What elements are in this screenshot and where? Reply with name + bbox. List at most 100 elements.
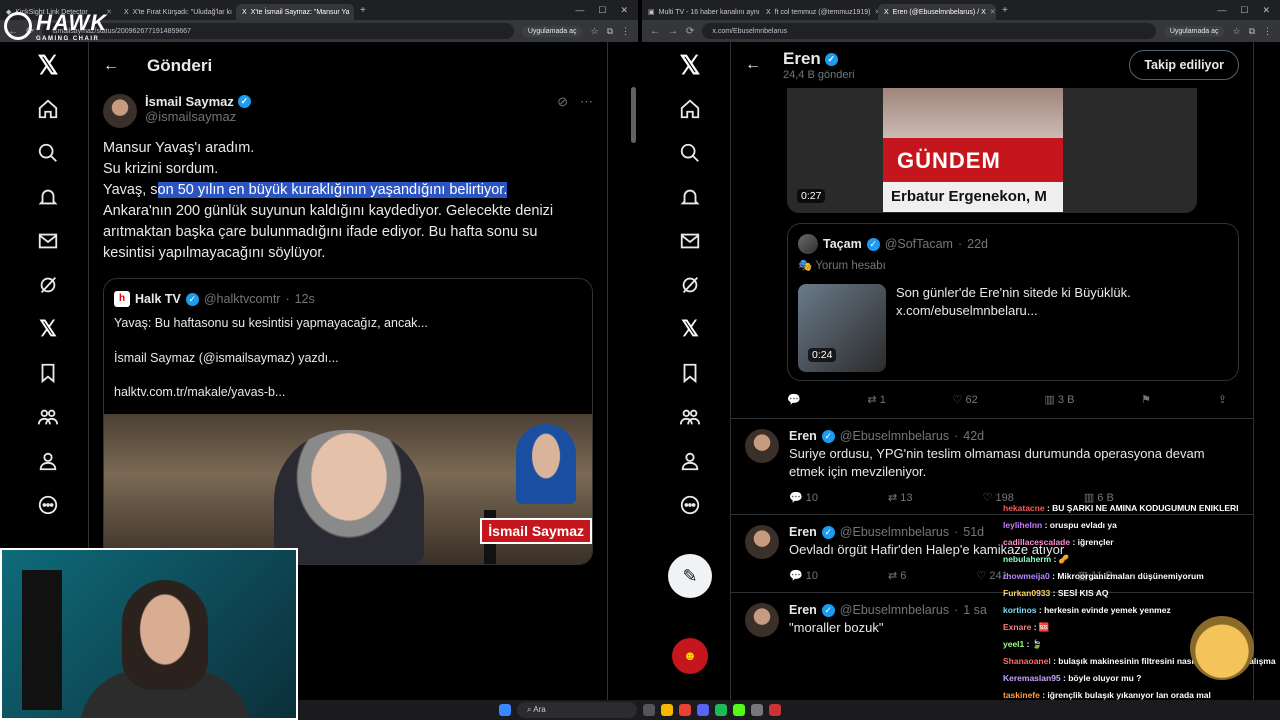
chat-username[interactable]: Shanaoanel xyxy=(1003,656,1051,666)
url-field[interactable]: x.com/Ebuselmnbelarus xyxy=(702,23,1156,39)
menu-icon[interactable]: ⋮ xyxy=(621,26,630,37)
chat-username[interactable]: leylihelnn xyxy=(1003,520,1042,530)
close-window-icon[interactable]: ✕ xyxy=(1262,5,1270,16)
quoted-author-name[interactable]: Taçam xyxy=(823,237,862,251)
tab-x-firat[interactable]: XX'te Fırat Kürşadı: "Uludağ'lar kı✕ xyxy=(118,4,236,20)
home-icon[interactable] xyxy=(677,96,703,122)
back-icon[interactable]: ← xyxy=(650,26,660,37)
bookmark-icon[interactable]: ⚑ xyxy=(1141,393,1151,406)
chat-username[interactable]: Furkan0933 xyxy=(1003,588,1050,598)
communities-icon[interactable] xyxy=(35,404,61,430)
like-button[interactable]: ♡ 62 xyxy=(953,393,978,406)
more-icon[interactable] xyxy=(677,492,703,518)
maximize-icon[interactable]: ☐ xyxy=(1240,5,1248,16)
menu-icon[interactable]: ⋮ xyxy=(1263,26,1272,37)
profile-icon[interactable] xyxy=(677,448,703,474)
open-in-app-chip[interactable]: Uygulamada aç xyxy=(1163,25,1225,37)
avatar[interactable] xyxy=(745,603,779,637)
author-name[interactable]: Eren xyxy=(789,429,817,443)
reply-button[interactable]: 💬 10 xyxy=(789,491,818,504)
more-options-icon[interactable]: ⋯ xyxy=(580,94,593,110)
search-icon[interactable] xyxy=(677,140,703,166)
reply-icon[interactable]: 💬 xyxy=(787,393,801,406)
author-handle[interactable]: @Ebuselmnbelarus xyxy=(840,603,949,617)
new-tab-button[interactable]: + xyxy=(996,5,1014,16)
quoted-post[interactable]: h Halk TV ✓ @halktvcomtr · 12s Yavaş: Bu… xyxy=(103,278,593,565)
home-icon[interactable] xyxy=(35,96,61,122)
quoted-video-thumb[interactable]: 0:24 xyxy=(798,284,886,372)
post-time[interactable]: 1 sa xyxy=(963,603,987,617)
mail-icon[interactable] xyxy=(35,228,61,254)
close-icon[interactable]: ✕ xyxy=(990,8,996,16)
retweet-button[interactable]: ⇄ 6 xyxy=(888,569,906,582)
bell-icon[interactable] xyxy=(35,184,61,210)
bookmark-icon[interactable] xyxy=(677,360,703,386)
maximize-icon[interactable]: ☐ xyxy=(598,5,606,16)
chat-username[interactable]: hekatacne xyxy=(1003,503,1045,513)
quoted-author-handle[interactable]: @halktvcomtr xyxy=(204,292,281,306)
taskbar-search[interactable]: ⌕ Ara xyxy=(517,702,637,718)
tab-x-ismail[interactable]: XX'te İsmail Saymaz: "Mansur Ya✕ xyxy=(236,4,354,20)
quoted-link[interactable]: halktv.com.tr/makale/yavas-b... xyxy=(114,384,582,402)
file-explorer-icon[interactable] xyxy=(661,704,673,716)
author-handle[interactable]: @Ebuselmnbelarus xyxy=(840,429,949,443)
video-media[interactable]: GÜNDEM Erbatur Ergenekon, M 0:27 xyxy=(787,88,1197,213)
avatar[interactable] xyxy=(745,525,779,559)
post-time[interactable]: 51d xyxy=(963,525,984,539)
search-icon[interactable] xyxy=(35,140,61,166)
chat-username[interactable]: rhowmeija0 xyxy=(1003,571,1050,581)
back-arrow-icon[interactable]: ← xyxy=(103,57,119,75)
author-handle[interactable]: @Ebuselmnbelarus xyxy=(840,525,949,539)
new-tab-button[interactable]: + xyxy=(354,5,372,16)
quoted-post[interactable]: Taçam ✓ @SofTacam · 22d 🎭 Yorum hesabı 0… xyxy=(787,223,1239,381)
reply-button[interactable]: 💬 10 xyxy=(789,569,818,582)
more-icon[interactable] xyxy=(35,492,61,518)
quoted-author-handle[interactable]: @SofTacam xyxy=(885,237,953,251)
app-icon[interactable] xyxy=(751,704,763,716)
tab-x-temmuz[interactable]: Xft col temmuz (@temmuz1919) ✕ xyxy=(760,4,878,20)
quoted-author-name[interactable]: Halk TV xyxy=(135,292,181,306)
chat-username[interactable]: yeel1 xyxy=(1003,639,1024,649)
scrollbar[interactable] xyxy=(631,87,636,143)
bookmark-icon[interactable] xyxy=(35,360,61,386)
open-in-app-chip[interactable]: Uygulamada aç xyxy=(521,25,583,37)
retweet-button[interactable]: ⇄ 1 xyxy=(867,393,885,406)
chat-username[interactable]: nebulaherm xyxy=(1003,554,1051,564)
following-button[interactable]: Takip ediliyor xyxy=(1129,50,1239,80)
x-logo-icon[interactable]: 𝕏 xyxy=(35,52,61,78)
bell-icon[interactable] xyxy=(677,184,703,210)
grok-icon[interactable] xyxy=(35,272,61,298)
url-field[interactable]: ismailsaymaz/status/2009626771914859667 xyxy=(42,23,514,39)
extensions-icon[interactable]: ⧉ xyxy=(607,26,613,37)
author-name[interactable]: İsmail Saymaz xyxy=(145,94,234,109)
account-avatar[interactable]: ☻ xyxy=(672,638,708,674)
communities-icon[interactable] xyxy=(677,404,703,430)
task-view-icon[interactable] xyxy=(643,704,655,716)
forward-icon[interactable]: → xyxy=(668,26,678,37)
chat-username[interactable]: Keremaslan95 xyxy=(1003,673,1061,683)
minimize-icon[interactable]: — xyxy=(1217,5,1226,16)
quoted-image[interactable]: İsmail Saymaz xyxy=(104,413,592,564)
tab-x-eren[interactable]: X Eren (@Ebuselmnbelarus) / X ✕ xyxy=(878,4,996,20)
back-arrow-icon[interactable]: ← xyxy=(745,56,761,74)
quoted-time[interactable]: 12s xyxy=(295,292,315,306)
quoted-link[interactable]: x.com/ebuselmnbelaru... xyxy=(896,302,1131,320)
x-premium-icon[interactable]: 𝕏 xyxy=(35,316,61,342)
share-icon[interactable]: ⇪ xyxy=(1218,393,1227,406)
author-name[interactable]: Eren xyxy=(789,525,817,539)
chrome-icon[interactable] xyxy=(679,704,691,716)
author-handle[interactable]: @ismailsaymaz xyxy=(145,109,251,124)
retweet-button[interactable]: ⇄ 13 xyxy=(888,491,913,504)
chat-username[interactable]: kortinos xyxy=(1003,605,1037,615)
extensions-icon[interactable]: ⧉ xyxy=(1249,26,1255,37)
minimize-icon[interactable]: — xyxy=(575,5,584,16)
views-button[interactable]: ▥ 3 B xyxy=(1044,393,1074,406)
author-name-row[interactable]: İsmail Saymaz ✓ xyxy=(145,94,251,109)
post-time[interactable]: 42d xyxy=(963,429,984,443)
chat-username[interactable]: cadillacescalade xyxy=(1003,537,1070,547)
profile-icon[interactable] xyxy=(35,448,61,474)
grok-icon[interactable] xyxy=(677,272,703,298)
x-logo-icon[interactable]: 𝕏 xyxy=(677,52,703,78)
mail-icon[interactable] xyxy=(677,228,703,254)
quoted-time[interactable]: 22d xyxy=(967,237,988,251)
